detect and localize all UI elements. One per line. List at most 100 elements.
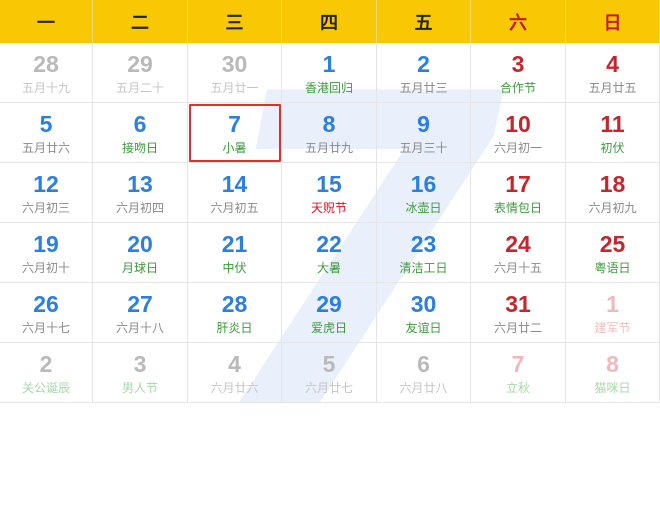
day-cell[interactable]: 6 接吻日 (93, 103, 188, 163)
day-subtitle: 猫咪日 (594, 380, 631, 395)
weekday-tue: 二 (93, 0, 188, 43)
day-cell[interactable]: 29 五月二十 (93, 43, 188, 103)
day-number: 15 (316, 170, 342, 197)
day-cell[interactable]: 5 六月廿七 (282, 343, 377, 403)
day-subtitle: 粤语日 (594, 260, 631, 275)
day-number: 30 (221, 50, 248, 77)
day-subtitle: 友谊日 (405, 320, 442, 335)
day-number: 4 (606, 50, 619, 77)
day-cell[interactable]: 30 友谊日 (377, 283, 471, 343)
calendar: 7 一 二 三 四 五 六 日 28 五月十九 29 五月二十 30 五月廿一 1 香港回归 2… (0, 0, 660, 470)
day-cell[interactable]: 4 五月廿五 (566, 43, 660, 103)
day-subtitle: 六月廿六 (210, 380, 259, 395)
day-cell[interactable]: 8 猫咪日 (566, 343, 660, 403)
day-subtitle: 五月廿一 (210, 80, 259, 95)
day-cell[interactable]: 31 六月廿二 (471, 283, 566, 343)
day-number: 28 (33, 50, 59, 77)
day-cell[interactable]: 2 关公诞辰 (0, 343, 93, 403)
weekday-sun: 日 (566, 0, 660, 43)
day-cell[interactable]: 26 六月十七 (0, 283, 93, 343)
day-number: 26 (33, 290, 59, 317)
day-subtitle: 五月二十 (115, 80, 164, 95)
day-number: 6 (133, 110, 147, 137)
day-cell[interactable]: 16 冰壶日 (377, 163, 471, 223)
day-cell[interactable]: 5 五月廿六 (0, 103, 93, 163)
week-row: 28 五月十九 29 五月二十 30 五月廿一 1 香港回归 2 五月廿三 3 合作节 4 五月廿五 (0, 43, 660, 103)
day-cell[interactable]: 1 香港回归 (282, 43, 377, 103)
day-subtitle: 六月十八 (115, 320, 164, 335)
day-cell[interactable]: 8 五月廿九 (282, 103, 377, 163)
day-number: 18 (599, 170, 626, 197)
day-cell[interactable]: 2 五月廿三 (377, 43, 471, 103)
week-row: 12 六月初三 13 六月初四 14 六月初五 15 天贶节 16 冰壶日 17 表情包日 18 六月初九 (0, 163, 660, 223)
day-cell[interactable]: 6 六月廿八 (377, 343, 471, 403)
day-cell[interactable]: 24 六月十五 (471, 223, 566, 283)
day-subtitle: 中伏 (222, 260, 247, 275)
day-cell[interactable]: 14 六月初五 (188, 163, 282, 223)
day-number: 22 (316, 230, 342, 257)
day-subtitle: 六月廿七 (304, 380, 353, 395)
day-cell[interactable]: 13 六月初四 (93, 163, 188, 223)
day-cell[interactable]: 11 初伏 (566, 103, 660, 163)
day-number: 2 (417, 50, 430, 77)
day-number: 28 (221, 290, 248, 317)
week-row: 5 五月廿六 6 接吻日 7 小暑 8 五月廿九 9 五月三十 10 六月初一 11 初伏 (0, 103, 660, 163)
day-number: 1 (322, 50, 336, 77)
day-subtitle: 月球日 (121, 260, 158, 275)
day-number: 13 (127, 170, 153, 197)
day-number: 20 (127, 230, 153, 257)
day-cell[interactable]: 20 月球日 (93, 223, 188, 283)
weekday-sat: 六 (471, 0, 566, 43)
day-subtitle: 表情包日 (493, 200, 542, 215)
day-cell[interactable]: 23 清洁工日 (377, 223, 471, 283)
day-subtitle: 合作节 (499, 80, 536, 95)
day-number: 29 (316, 290, 342, 317)
day-subtitle: 五月三十 (399, 140, 448, 155)
day-cell[interactable]: 3 男人节 (93, 343, 188, 403)
day-subtitle: 爱虎日 (310, 320, 347, 335)
day-cell[interactable]: 22 大暑 (282, 223, 377, 283)
day-cell[interactable]: 10 六月初一 (471, 103, 566, 163)
day-cell[interactable]: 29 爱虎日 (282, 283, 377, 343)
day-cell[interactable]: 9 五月三十 (377, 103, 471, 163)
weekday-wed: 三 (188, 0, 282, 43)
day-subtitle: 关公诞辰 (21, 380, 70, 395)
day-cell[interactable]: 18 六月初九 (566, 163, 660, 223)
day-number: 5 (322, 350, 336, 377)
day-number: 8 (322, 110, 336, 137)
day-number: 12 (33, 170, 59, 197)
day-number: 25 (599, 230, 626, 257)
day-subtitle: 五月廿九 (304, 140, 353, 155)
day-cell[interactable]: 7 立秋 (471, 343, 566, 403)
day-number: 14 (221, 170, 248, 197)
day-cell[interactable]: 28 肝炎日 (188, 283, 282, 343)
day-subtitle: 六月初十 (21, 260, 70, 275)
day-cell[interactable]: 25 粤语日 (566, 223, 660, 283)
day-subtitle: 五月十九 (21, 80, 70, 95)
day-cell[interactable]: 21 中伏 (188, 223, 282, 283)
day-number: 21 (221, 230, 248, 257)
day-number: 8 (606, 350, 619, 377)
day-cell[interactable]: 12 六月初三 (0, 163, 93, 223)
day-cell[interactable]: 4 六月廿六 (188, 343, 282, 403)
day-cell[interactable]: 3 合作节 (471, 43, 566, 103)
day-subtitle: 接吻日 (121, 140, 158, 155)
day-cell[interactable]: 1 建军节 (566, 283, 660, 343)
day-subtitle: 小暑 (222, 140, 247, 155)
day-subtitle: 大暑 (316, 260, 341, 275)
day-subtitle: 六月初三 (21, 200, 70, 215)
day-subtitle: 天贶节 (310, 200, 347, 215)
day-number: 10 (505, 110, 531, 137)
day-cell-selected[interactable]: 7 小暑 (188, 103, 282, 163)
day-subtitle: 五月廿三 (399, 80, 448, 95)
day-subtitle: 建军节 (594, 320, 631, 335)
day-number: 23 (410, 230, 437, 257)
day-cell[interactable]: 17 表情包日 (471, 163, 566, 223)
day-subtitle: 六月廿八 (399, 380, 448, 395)
day-cell[interactable]: 19 六月初十 (0, 223, 93, 283)
day-cell[interactable]: 15 天贶节 (282, 163, 377, 223)
day-cell[interactable]: 28 五月十九 (0, 43, 93, 103)
day-number: 1 (606, 290, 619, 317)
day-cell[interactable]: 27 六月十八 (93, 283, 188, 343)
day-cell[interactable]: 30 五月廿一 (188, 43, 282, 103)
